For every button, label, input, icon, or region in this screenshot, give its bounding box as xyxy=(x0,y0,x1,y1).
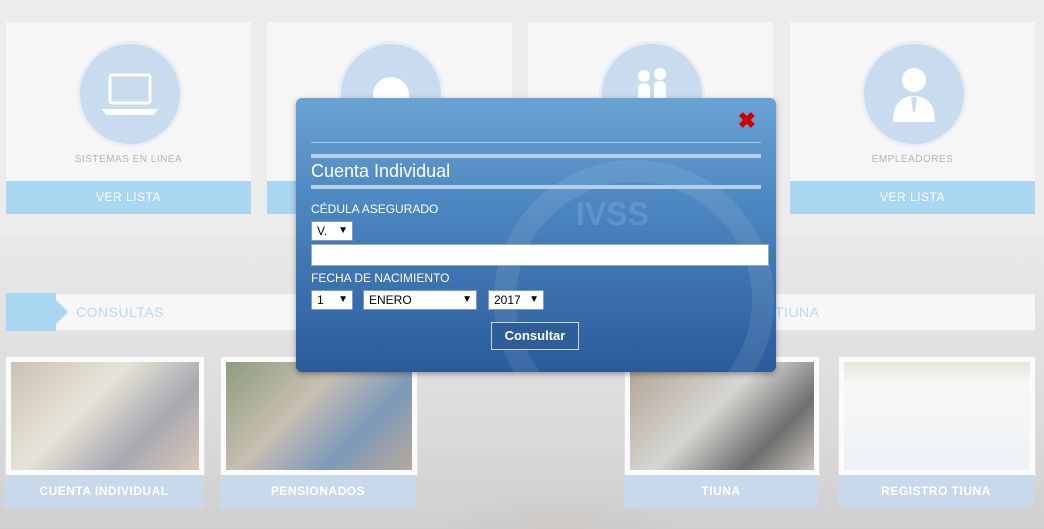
month-value: ENERO xyxy=(369,293,412,307)
consultar-button[interactable]: Consultar xyxy=(491,322,579,350)
consultas-tab-marker xyxy=(6,293,68,331)
ver-lista-button[interactable]: VER LISTA xyxy=(6,181,251,214)
card-sistemas-en-linea: SISTEMAS EN LINEA VER LISTA xyxy=(6,22,251,214)
card-empleadores: EMPLEADORES VER LISTA xyxy=(790,22,1035,214)
dropdown-arrow-icon: ▼ xyxy=(338,294,348,305)
month-select[interactable]: ENERO ▼ xyxy=(363,290,477,310)
close-icon[interactable]: ✖ xyxy=(738,108,756,134)
thumb-label[interactable]: CUENTA INDIVIDUAL xyxy=(5,475,203,508)
consultas-heading: CONSULTAS xyxy=(76,304,164,320)
fecha-nacimiento-label: FECHA DE NACIMIENTO xyxy=(311,271,450,285)
dropdown-arrow-icon: ▼ xyxy=(338,225,348,236)
thumb-tiuna[interactable] xyxy=(624,356,820,476)
modal-title: Cuenta Individual xyxy=(311,161,451,181)
card-label: EMPLEADORES xyxy=(871,154,954,165)
nationality-value: V. xyxy=(317,224,328,238)
nationality-select[interactable]: V. ▼ xyxy=(311,221,353,241)
divider xyxy=(311,154,761,158)
dropdown-arrow-icon: ▼ xyxy=(462,294,472,305)
year-value: 2017 xyxy=(494,293,521,307)
thumb-pensionados[interactable] xyxy=(220,356,418,476)
day-value: 1 xyxy=(317,293,324,307)
divider xyxy=(311,185,761,189)
thumb-label[interactable]: PENSIONADOS xyxy=(220,475,416,508)
thumb-label[interactable]: REGISTRO TIUNA xyxy=(838,475,1034,508)
thumb-registro-tiuna[interactable] xyxy=(838,356,1036,476)
cuenta-individual-modal: IVSS ✖ Cuenta Individual CÉDULA ASEGURAD… xyxy=(296,98,776,372)
cedula-label: CÉDULA ASEGURADO xyxy=(311,202,439,216)
ivss-watermark-text: IVSS xyxy=(576,196,649,232)
laptop-icon xyxy=(77,41,183,147)
thumb-label[interactable]: TIUNA xyxy=(624,475,818,508)
employer-icon xyxy=(861,41,967,147)
cedula-input[interactable] xyxy=(311,244,769,266)
dropdown-arrow-icon: ▼ xyxy=(529,294,539,305)
thumb-cuenta-individual[interactable] xyxy=(5,356,205,476)
card-label: SISTEMAS EN LINEA xyxy=(74,154,183,165)
ver-lista-button[interactable]: VER LISTA xyxy=(790,181,1035,214)
divider xyxy=(311,142,761,143)
tiuna-heading: TIUNA xyxy=(775,304,820,320)
day-select[interactable]: 1 ▼ xyxy=(311,290,353,310)
year-select[interactable]: 2017 ▼ xyxy=(488,290,544,310)
